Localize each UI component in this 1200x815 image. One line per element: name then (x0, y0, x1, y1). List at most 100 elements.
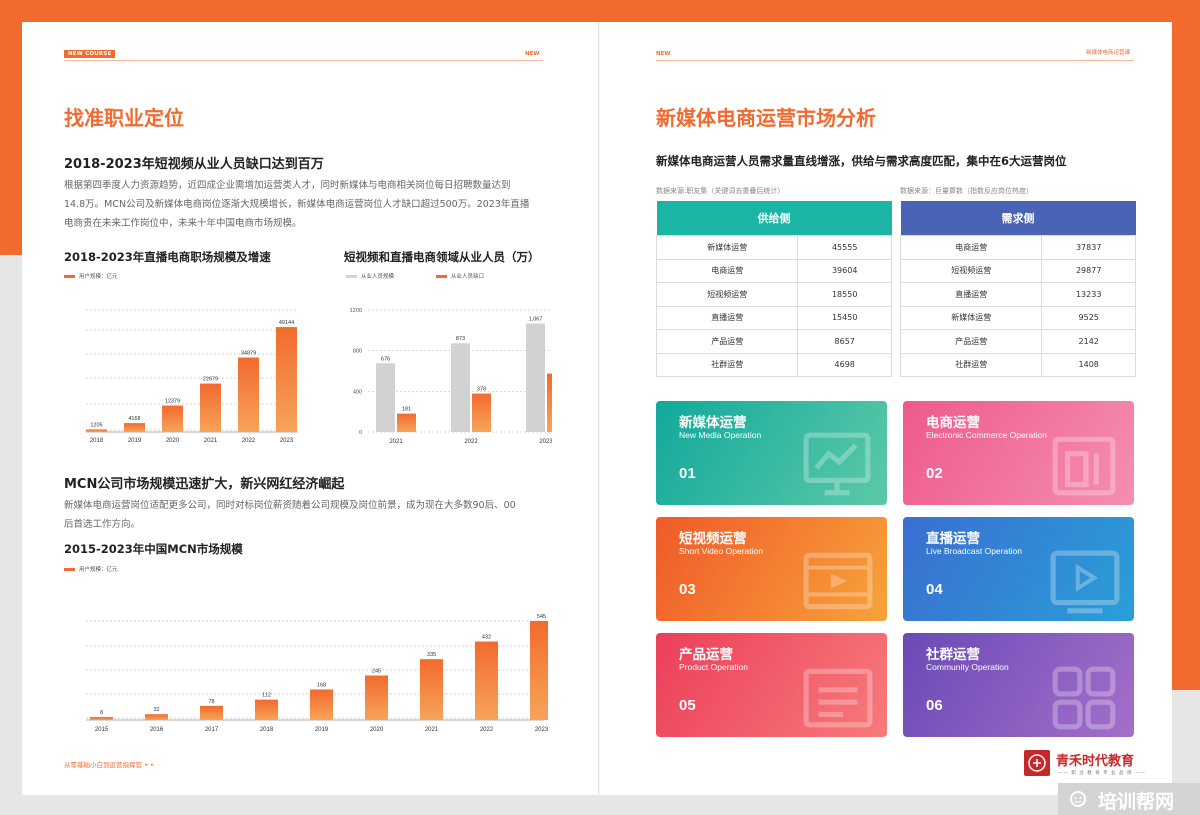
document-screen-icon (803, 668, 873, 728)
y-tick-label: 1200 (350, 308, 362, 314)
operation-card[interactable]: 社群运营 Community Operation 06 (903, 633, 1134, 737)
data-label: 49144 (279, 320, 294, 326)
supply-table: 供给侧 新媒体运营 45555 电商运营 39604 短视频运营 18550 直播运营 154… (655, 201, 892, 377)
tick-label: 2018 (90, 438, 104, 444)
bar (530, 621, 548, 720)
row-value: 2142 (1041, 329, 1136, 354)
bar (255, 699, 278, 720)
table-row: 短视频运营 29877 (899, 258, 1136, 283)
card-number: 06 (926, 697, 943, 714)
card-title: 新媒体运营 (679, 415, 747, 431)
row-name: 产品运营 (655, 329, 799, 354)
operation-card[interactable]: 新媒体运营 New Media Operation 01 (656, 401, 887, 505)
bar (276, 327, 297, 432)
row-name: 电商运营 (655, 258, 799, 283)
table-row: 电商运营 37837 (899, 235, 1136, 260)
para-line: 14.8万。MCN公司及新媒体电商岗位逐渐大规模增长，新媒体电商运营岗位人才缺口… (64, 199, 530, 210)
tick-label: 2020 (370, 727, 384, 733)
bar-series-1 (376, 363, 395, 432)
card-number: 03 (679, 581, 696, 598)
data-label: 8 (100, 710, 103, 716)
tick-label: 2022 (464, 439, 478, 445)
card-number: 05 (679, 697, 696, 714)
legend-swatch (346, 274, 357, 278)
data-label: 1205 (90, 422, 102, 428)
chart2-legend-1: 从业人员规模 (346, 272, 394, 280)
legend-swatch (436, 274, 447, 278)
tick-label: 2017 (205, 727, 219, 733)
chart3-title: 2015-2023年中国MCN市场规模 (64, 542, 243, 556)
legend-swatch (64, 274, 75, 278)
card-subtitle: New Media Operation (679, 430, 762, 440)
data-label: 545 (537, 614, 546, 620)
chart1-legend: 用户规模：亿元 (64, 272, 118, 280)
para-line: 后首选工作方向。 (64, 519, 141, 530)
header-right-tag: NEW (525, 51, 540, 57)
demand-source: 数据来源：巨量算数（指数反应岗位热度） (900, 187, 1033, 195)
tick-label: 2021 (204, 438, 218, 444)
legend-swatch (64, 567, 75, 571)
bar (310, 689, 333, 720)
supply-header: 供给侧 (656, 201, 892, 236)
data-label: 245 (372, 668, 381, 674)
play-screen-icon (1050, 550, 1120, 614)
y-tick-label: 800 (353, 349, 362, 355)
operation-card[interactable]: 短视频运营 Short Video Operation 03 (656, 517, 887, 621)
para-line: 电商贵在未来工作岗位中，未来十年中国电商市场规模。 (64, 218, 302, 229)
row-value: 13233 (1041, 282, 1136, 307)
data-label: 676 (381, 356, 390, 362)
row-value: 18550 (797, 282, 892, 307)
data-label: 78 (208, 699, 214, 705)
legend-label: 从业人员缺口 (451, 274, 485, 280)
tick-label: 2023 (280, 438, 294, 444)
row-name: 直播运营 (899, 282, 1043, 307)
row-name: 电商运营 (899, 235, 1043, 260)
tick-label: 2022 (480, 727, 494, 733)
table-row: 新媒体运营 9525 (899, 305, 1136, 330)
card-title: 短视频运营 (679, 531, 747, 547)
table-row: 产品运营 8657 (655, 329, 892, 354)
tick-label: 2023 (539, 439, 552, 445)
page-title: 找准职业定位 (64, 106, 184, 130)
header-tag: NEW (656, 51, 671, 57)
operation-card[interactable]: 电商运营 Electronic Commerce Operation 02 (903, 401, 1134, 505)
card-subtitle: Community Operation (926, 662, 1009, 672)
right-page: NEW 新媒体电商运营课 新媒体电商运营市场分析 新媒体电商运营人员需求量直线增… (600, 22, 1172, 795)
section2-paragraph: 新媒体电商运营岗位适配更多公司，同时对标岗位薪资随着公司规模及岗位前景，成为现在… (64, 496, 564, 534)
page-title: 新媒体电商运营市场分析 (656, 106, 876, 130)
legend-label: 用户规模：亿元 (79, 274, 118, 280)
row-name: 短视频运营 (655, 282, 799, 307)
grid-squares-icon (1052, 666, 1116, 730)
data-label: 168 (317, 682, 326, 688)
operation-card[interactable]: 产品运营 Product Operation 05 (656, 633, 887, 737)
data-label: 22679 (203, 377, 218, 383)
card-title: 直播运营 (926, 531, 980, 547)
row-name: 新媒体运营 (655, 235, 799, 260)
data-label: 1,067 (529, 317, 543, 323)
tick-label: 2020 (166, 438, 180, 444)
operation-card[interactable]: 直播运营 Live Broadcast Operation 04 (903, 517, 1134, 621)
section2-heading: MCN公司市场规模迅速扩大，新兴网红经济崛起 (64, 477, 345, 492)
header-rule (64, 60, 543, 61)
table-row: 社群运营 4698 (655, 352, 892, 377)
bar-series-2 (397, 413, 416, 432)
tick-label: 2023 (535, 727, 548, 733)
tick-label: 2022 (242, 438, 256, 444)
bar (86, 429, 107, 432)
film-strip-icon (803, 552, 873, 610)
tick-label: 2019 (315, 727, 329, 733)
data-label: 34879 (241, 351, 256, 357)
row-value: 1408 (1041, 352, 1136, 377)
chart2-legend-2: 从业人员缺口 (436, 272, 484, 280)
table-row: 产品运营 2142 (899, 329, 1136, 354)
data-label: 32 (153, 707, 159, 713)
data-label: 378 (477, 387, 486, 393)
footer-slogan: 从零基础小白到运营指挥官 • • (64, 761, 154, 769)
supply-source: 数据来源:职友集（关键词去重叠后统计） (656, 187, 785, 195)
chart-board-icon (803, 432, 871, 496)
bar-series-1 (526, 323, 545, 432)
header-tag: NEW COURSE (64, 50, 116, 58)
card-subtitle: Electronic Commerce Operation (926, 430, 1047, 440)
card-subtitle: Product Operation (679, 662, 748, 672)
card-subtitle: Short Video Operation (679, 546, 763, 556)
